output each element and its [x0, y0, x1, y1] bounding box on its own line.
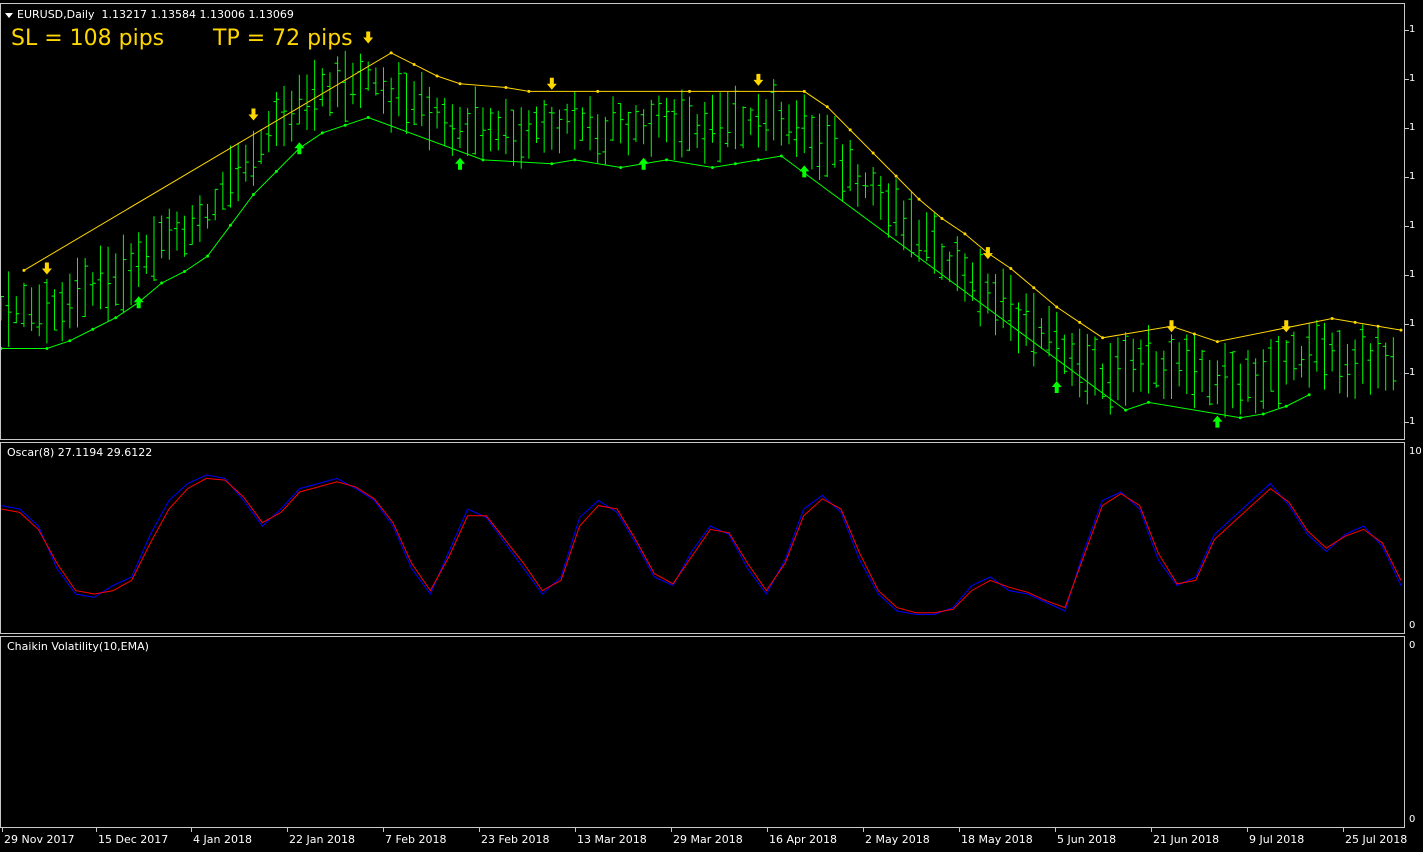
time-axis-label: 22 Jan 2018: [289, 833, 355, 846]
collapse-triangle-icon[interactable]: [5, 12, 13, 18]
time-axis-label: 16 Apr 2018: [769, 833, 838, 846]
time-axis-label: 25 Jul 2018: [1345, 833, 1408, 846]
buy-arrow-icon: [1212, 415, 1223, 428]
symbol-name: EURUSD,Daily: [17, 8, 95, 21]
time-axis-tick: [1055, 828, 1056, 832]
time-axis-label: 2 May 2018: [865, 833, 930, 846]
price-scale-label: 1: [1409, 416, 1416, 427]
time-axis-tick: [863, 828, 864, 832]
chaikin-title: Chaikin Volatility(10,EMA): [7, 640, 149, 653]
time-axis-tick: [383, 828, 384, 832]
oscar-scale-top: 10: [1409, 446, 1422, 457]
time-axis-tick: [671, 828, 672, 832]
time-axis-label: 18 May 2018: [961, 833, 1033, 846]
price-chart-pane[interactable]: EURUSD,Daily 1.13217 1.13584 1.13006 1.1…: [0, 3, 1405, 440]
price-scale-tick: [1405, 275, 1409, 276]
time-axis-tick: [1247, 828, 1248, 832]
price-scale-tick: [1405, 422, 1409, 423]
sell-arrow-icon: [753, 73, 764, 86]
sell-arrow-icon: [1166, 320, 1177, 333]
time-axis-label: 5 Jun 2018: [1057, 833, 1117, 846]
chaikin-scale-top: 0: [1409, 640, 1416, 651]
price-scale-label: 1: [1409, 24, 1416, 35]
time-axis-label: 9 Jul 2018: [1249, 833, 1305, 846]
oscar-slow-line: [1, 477, 1402, 614]
time-axis-tick: [767, 828, 768, 832]
sell-arrow-icon: [41, 262, 52, 275]
sell-arrow-icon: [363, 31, 374, 44]
time-axis-tick: [479, 828, 480, 832]
price-scale-label: 1: [1409, 269, 1416, 280]
price-scale-tick: [1405, 177, 1409, 178]
up-trailing-line: [1, 116, 1310, 419]
buy-arrow-icon: [455, 157, 466, 170]
sell-arrow-icon: [248, 108, 259, 121]
stop-loss-label: SL = 108 pips: [11, 26, 165, 51]
time-axis-tick: [2, 828, 3, 832]
price-chart-canvas: [1, 31, 1403, 428]
oscar-fast-line: [1, 474, 1402, 615]
time-axis-tick: [575, 828, 576, 832]
price-scale-label: 1: [1409, 220, 1416, 231]
oscar-chart-canvas: [1, 474, 1402, 615]
oscar-scale-bottom: 0: [1409, 620, 1416, 631]
price-scale-tick: [1405, 128, 1409, 129]
buy-arrow-icon: [133, 296, 144, 309]
buy-arrow-icon: [1051, 381, 1062, 393]
price-scale-label: 1: [1409, 73, 1416, 84]
price-scale-label: 1: [1409, 122, 1416, 133]
price-scale-tick: [1405, 30, 1409, 31]
time-axis-tick: [96, 828, 97, 832]
time-axis-tick: [959, 828, 960, 832]
price-scale-tick: [1405, 79, 1409, 80]
time-axis[interactable]: 29 Nov 2017 15 Dec 2017 4 Jan 2018 22 Jan 2…: [0, 828, 1423, 852]
sell-arrow-icon: [982, 247, 993, 260]
time-axis-label: 29 Mar 2018: [673, 833, 743, 846]
ohlc-values: 1.13217 1.13584 1.13006 1.13069: [101, 8, 294, 21]
time-axis-label: 4 Jan 2018: [193, 833, 252, 846]
time-axis-label: 21 Jun 2018: [1153, 833, 1220, 846]
oscar-title: Oscar(8) 27.1194 29.6122: [7, 446, 153, 459]
time-axis-tick: [1151, 828, 1152, 832]
oscar-indicator-pane[interactable]: Oscar(8) 27.1194 29.6122: [0, 442, 1405, 634]
price-scale-label: 1: [1409, 318, 1416, 329]
sell-arrow-icon: [546, 77, 557, 90]
chaikin-scale-bottom: 0: [1409, 814, 1416, 825]
price-scale-tick: [1405, 226, 1409, 227]
buy-arrow-icon: [638, 157, 649, 170]
sell-arrow-icon: [1281, 320, 1292, 333]
time-axis-label: 23 Feb 2018: [481, 833, 550, 846]
time-axis-label: 15 Dec 2017: [98, 833, 169, 846]
time-axis-tick: [287, 828, 288, 832]
symbol-header: EURUSD,Daily 1.13217 1.13584 1.13006 1.1…: [5, 8, 294, 21]
take-profit-label: TP = 72 pips: [213, 26, 353, 51]
price-scale-label: 1: [1409, 171, 1416, 182]
time-axis-label: 29 Nov 2017: [4, 833, 75, 846]
time-axis-label: 13 Mar 2018: [577, 833, 647, 846]
price-scale-tick: [1405, 373, 1409, 374]
chaikin-volatility-pane[interactable]: Chaikin Volatility(10,EMA): [0, 636, 1405, 828]
time-axis-tick: [191, 828, 192, 832]
time-axis-tick: [1343, 828, 1344, 832]
price-scale-tick: [1405, 324, 1409, 325]
price-scale-label: 1: [1409, 367, 1416, 378]
time-axis-label: 7 Feb 2018: [385, 833, 447, 846]
